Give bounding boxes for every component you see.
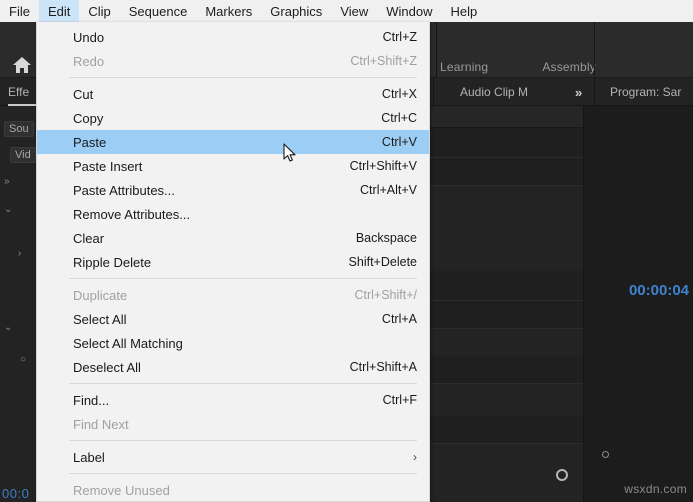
menu-item-shortcut: Ctrl+Shift+Z bbox=[350, 54, 417, 68]
menu-item-label: Select All Matching bbox=[73, 336, 417, 351]
workspace-divider bbox=[436, 22, 437, 78]
menu-item-find-next: Find Next bbox=[37, 412, 429, 436]
menu-item-cut[interactable]: CutCtrl+X bbox=[37, 82, 429, 106]
menu-item-shortcut: Ctrl+Shift+V bbox=[350, 159, 417, 173]
menu-item-deselect-all[interactable]: Deselect AllCtrl+Shift+A bbox=[37, 355, 429, 379]
menu-item-paste-attributes[interactable]: Paste Attributes...Ctrl+Alt+V bbox=[37, 178, 429, 202]
menu-item-label: Clear bbox=[73, 231, 356, 246]
menu-separator bbox=[69, 440, 417, 441]
menu-item-shortcut: Ctrl+F bbox=[383, 393, 417, 407]
menubar-item-edit[interactable]: Edit bbox=[39, 0, 79, 22]
left-row-video[interactable]: Vid bbox=[4, 146, 36, 164]
menu-item-label: Find Next bbox=[73, 417, 417, 432]
menu-item-label: Paste Attributes... bbox=[73, 183, 360, 198]
chevron-down-icon[interactable]: ⌄ bbox=[4, 204, 12, 215]
menu-item-label[interactable]: Label › bbox=[37, 445, 429, 469]
menu-item-shortcut: Shift+Delete bbox=[349, 255, 417, 269]
left-panel-column: Sou Vid » ⌄ › ⌄ ○ 00:0 bbox=[0, 106, 38, 502]
menu-item-clear[interactable]: ClearBackspace bbox=[37, 226, 429, 250]
menu-bar[interactable]: FileEditClipSequenceMarkersGraphicsViewW… bbox=[0, 0, 693, 22]
menu-item-shortcut: Ctrl+Alt+V bbox=[360, 183, 417, 197]
menu-item-redo: RedoCtrl+Shift+Z bbox=[37, 49, 429, 73]
menu-separator bbox=[69, 383, 417, 384]
menu-item-label: Paste bbox=[73, 135, 382, 150]
menu-item-select-all-matching[interactable]: Select All Matching bbox=[37, 331, 429, 355]
record-toggle-icon[interactable] bbox=[556, 469, 568, 481]
menu-item-label: Select All bbox=[73, 312, 382, 327]
menu-item-select-all[interactable]: Select AllCtrl+A bbox=[37, 307, 429, 331]
menu-item-shortcut: Ctrl+C bbox=[381, 111, 417, 125]
chevron-right-icon: › bbox=[413, 450, 417, 464]
menu-item-remove-attributes[interactable]: Remove Attributes... bbox=[37, 202, 429, 226]
menu-item-label: Paste Insert bbox=[73, 159, 350, 174]
menu-item-shortcut: Ctrl+Z bbox=[383, 30, 417, 44]
menubar-item-graphics[interactable]: Graphics bbox=[261, 0, 331, 22]
menu-item-shortcut: Ctrl+Shift+A bbox=[350, 360, 417, 374]
menubar-item-view[interactable]: View bbox=[331, 0, 377, 22]
menu-item-paste[interactable]: PasteCtrl+V bbox=[37, 130, 429, 154]
chevron-right-icon[interactable]: › bbox=[18, 248, 21, 259]
left-row-circle[interactable]: ○ bbox=[20, 350, 26, 368]
left-row-source[interactable]: Sou bbox=[4, 120, 34, 138]
left-row-expand-4[interactable]: ⌄ bbox=[4, 318, 12, 336]
menu-item-label: Deselect All bbox=[73, 360, 350, 375]
workspace-tabs[interactable]: Learning Assembly bbox=[440, 56, 596, 78]
menu-item-paste-insert[interactable]: Paste InsertCtrl+Shift+V bbox=[37, 154, 429, 178]
left-row-expand-1[interactable]: » bbox=[4, 172, 10, 190]
left-row-video-label: Vid bbox=[10, 147, 36, 163]
menu-item-label: Cut bbox=[73, 87, 382, 102]
tab-program-monitor[interactable]: Program: Sar bbox=[610, 78, 681, 106]
tab-audio-clip-mixer[interactable]: Audio Clip M bbox=[460, 78, 528, 106]
chevron-down-icon[interactable]: ⌄ bbox=[4, 322, 12, 333]
menu-item-undo[interactable]: UndoCtrl+Z bbox=[37, 25, 429, 49]
menu-item-label: Copy bbox=[73, 111, 381, 126]
menu-item-remove-unused: Remove Unused bbox=[37, 478, 429, 502]
left-row-source-label: Sou bbox=[4, 121, 34, 137]
premiere-pro-window: Learning Assembly Effe Audio Clip M » Pr… bbox=[0, 0, 693, 502]
home-icon[interactable] bbox=[4, 48, 40, 82]
menu-item-label: Ripple Delete bbox=[73, 255, 349, 270]
timeline-timecode-left[interactable]: 00:0 bbox=[2, 484, 29, 502]
left-row-expand-2[interactable]: ⌄ bbox=[4, 200, 12, 218]
watermark: wsxdn.com bbox=[624, 482, 687, 496]
menu-separator bbox=[69, 278, 417, 279]
edit-dropdown-menu[interactable]: UndoCtrl+ZRedoCtrl+Shift+ZCutCtrl+XCopyC… bbox=[36, 22, 430, 502]
menu-item-shortcut: Ctrl+X bbox=[382, 87, 417, 101]
menu-item-copy[interactable]: CopyCtrl+C bbox=[37, 106, 429, 130]
menu-item-label: Remove Unused bbox=[73, 483, 417, 498]
menubar-item-help[interactable]: Help bbox=[442, 0, 487, 22]
workspace-tab-learning[interactable]: Learning bbox=[440, 60, 488, 74]
left-row-expand-3[interactable]: › bbox=[18, 244, 21, 262]
menubar-item-markers[interactable]: Markers bbox=[196, 0, 261, 22]
menubar-item-sequence[interactable]: Sequence bbox=[120, 0, 197, 22]
menu-item-label: Redo bbox=[73, 54, 350, 69]
menu-item-shortcut: Ctrl+Shift+/ bbox=[354, 288, 417, 302]
monitor-marker-icon[interactable] bbox=[602, 451, 609, 458]
menubar-item-window[interactable]: Window bbox=[377, 0, 441, 22]
menu-item-duplicate: DuplicateCtrl+Shift+/ bbox=[37, 283, 429, 307]
program-monitor-timecode[interactable]: 00:00:04 bbox=[629, 282, 689, 299]
menu-item-shortcut: Ctrl+A bbox=[382, 312, 417, 326]
program-monitor-panel[interactable] bbox=[583, 106, 693, 502]
menu-item-ripple-delete[interactable]: Ripple DeleteShift+Delete bbox=[37, 250, 429, 274]
tab-effects[interactable]: Effe bbox=[8, 78, 29, 106]
workspace-tab-assembly[interactable]: Assembly bbox=[542, 60, 596, 74]
menu-item-find[interactable]: Find...Ctrl+F bbox=[37, 388, 429, 412]
menu-item-label: Duplicate bbox=[73, 288, 354, 303]
chevron-double-right-icon[interactable]: » bbox=[575, 78, 580, 106]
chevron-double-right-icon[interactable]: » bbox=[4, 176, 10, 187]
menu-item-label: Undo bbox=[73, 30, 383, 45]
menu-item-shortcut: Backspace bbox=[356, 231, 417, 245]
menu-item-label: Label bbox=[73, 450, 405, 465]
menu-separator bbox=[69, 473, 417, 474]
menu-item-label: Find... bbox=[73, 393, 383, 408]
menubar-item-file[interactable]: File bbox=[0, 0, 39, 22]
menubar-item-clip[interactable]: Clip bbox=[79, 0, 119, 22]
menu-item-label: Remove Attributes... bbox=[73, 207, 417, 222]
circle-icon[interactable]: ○ bbox=[20, 354, 26, 365]
menu-item-shortcut: Ctrl+V bbox=[382, 135, 417, 149]
menu-separator bbox=[69, 77, 417, 78]
